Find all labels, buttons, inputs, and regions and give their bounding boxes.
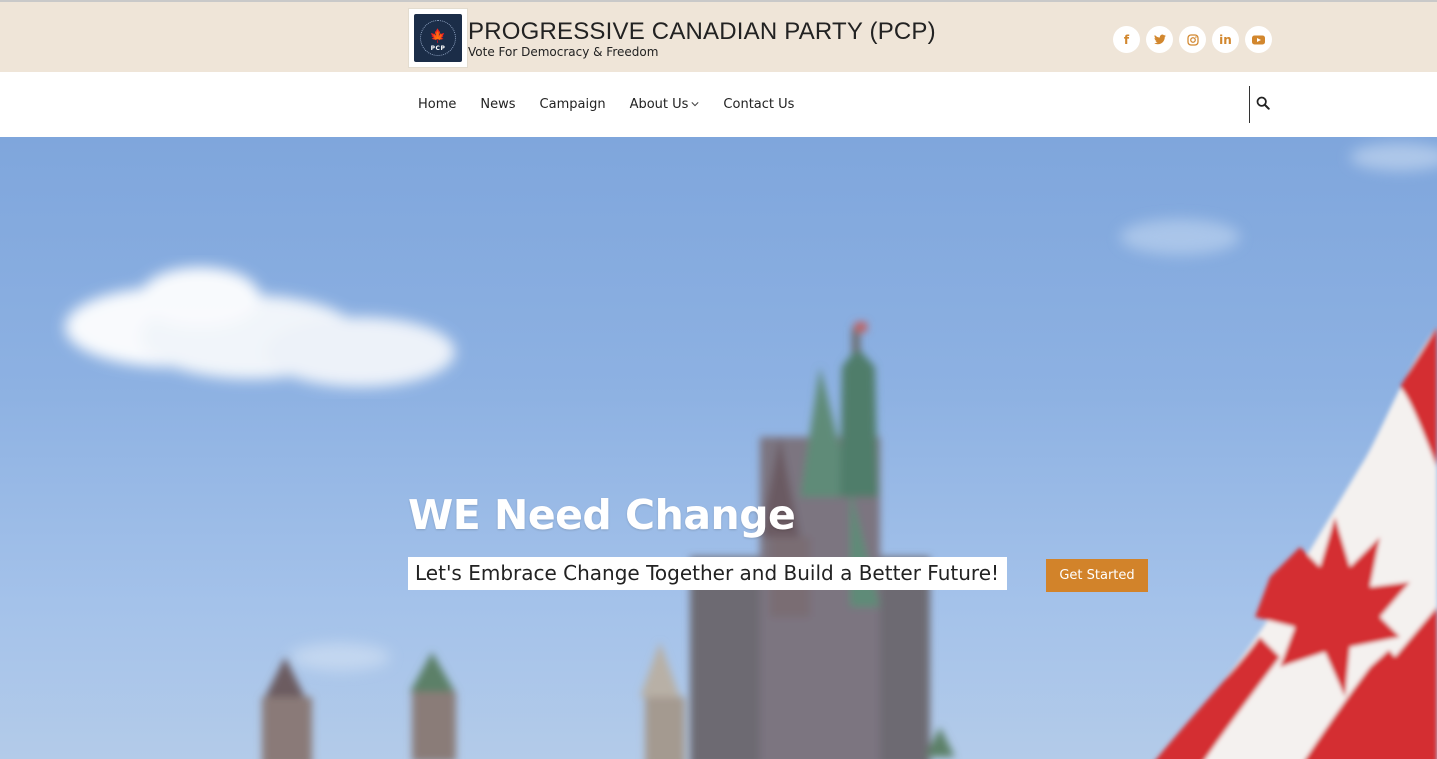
- nav-divider: [1249, 86, 1250, 123]
- nav-item-home[interactable]: Home: [418, 97, 456, 112]
- site-logo[interactable]: 🍁 PCP: [408, 8, 468, 68]
- top-header-bar: 🍁 PCP PROGRESSIVE CANADIAN PARTY (PCP) V…: [0, 0, 1437, 72]
- nav-item-campaign[interactable]: Campaign: [540, 97, 606, 112]
- main-navbar: Home News Campaign About Us Contact Us: [0, 72, 1437, 137]
- linkedin-icon[interactable]: in: [1212, 26, 1239, 53]
- chevron-down-icon: [691, 100, 699, 110]
- hero-subtitle: Let's Embrace Change Together and Build …: [408, 557, 1008, 590]
- hero-title: WE Need Change: [408, 491, 796, 539]
- logo-badge: 🍁 PCP: [414, 14, 462, 62]
- hero-banner: WE Need Change Let's Embrace Change Toge…: [0, 137, 1437, 759]
- nav-item-news[interactable]: News: [480, 97, 515, 112]
- twitter-icon[interactable]: [1146, 26, 1173, 53]
- main-nav: Home News Campaign About Us Contact Us: [418, 72, 818, 137]
- hero-background-image: [65, 143, 1437, 759]
- instagram-icon[interactable]: [1179, 26, 1206, 53]
- facebook-icon[interactable]: f: [1113, 26, 1140, 53]
- nav-item-contact-us[interactable]: Contact Us: [723, 97, 794, 112]
- youtube-icon[interactable]: [1245, 26, 1272, 53]
- nav-item-about-us[interactable]: About Us: [630, 97, 700, 112]
- get-started-button[interactable]: Get Started: [1046, 559, 1148, 592]
- site-tagline: Vote For Democracy & Freedom: [468, 45, 659, 59]
- social-links: f in: [1113, 26, 1272, 53]
- site-title[interactable]: PROGRESSIVE CANADIAN PARTY (PCP): [468, 18, 936, 46]
- search-icon[interactable]: [1256, 96, 1272, 112]
